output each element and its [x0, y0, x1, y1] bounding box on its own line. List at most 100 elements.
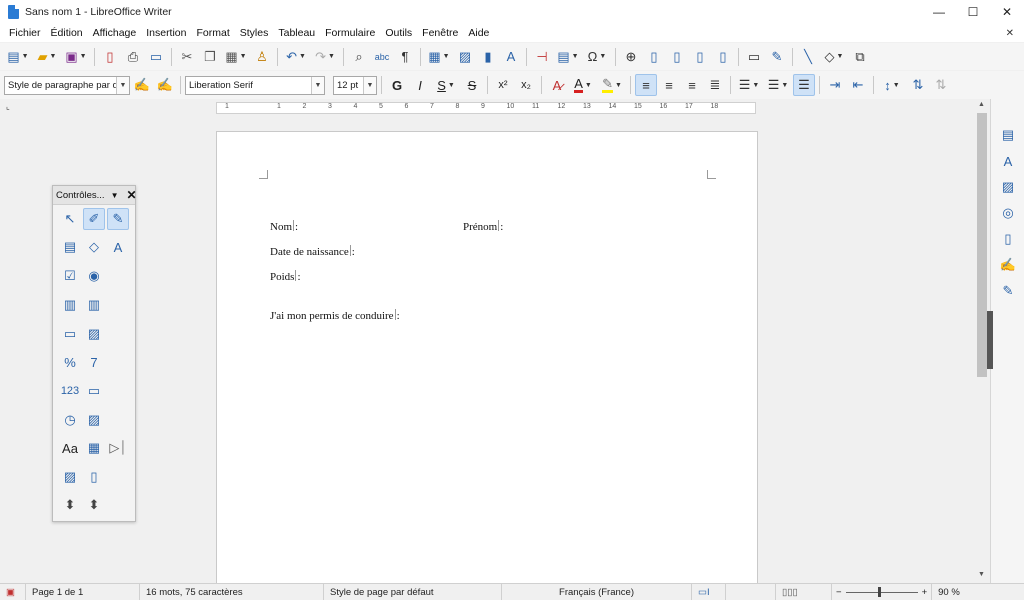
- navigation-bar-icon[interactable]: ▷⏐: [107, 437, 129, 459]
- line-spacing-button[interactable]: ↕ ▼: [878, 74, 906, 96]
- bold-button[interactable]: G: [386, 74, 408, 96]
- page-break-button[interactable]: ⊣: [531, 46, 553, 68]
- date-field-icon[interactable]: 7: [83, 351, 105, 373]
- zoom-handle[interactable]: [877, 586, 881, 597]
- design-mode-icon[interactable]: ✐: [83, 208, 105, 230]
- menu-aide[interactable]: Aide: [463, 27, 494, 39]
- clone-formatting-button[interactable]: ♙: [251, 46, 273, 68]
- no-list-button[interactable]: ☰: [793, 74, 815, 96]
- clear-formatting-button[interactable]: A̷: [546, 74, 568, 96]
- checkbox-icon[interactable]: ☑: [59, 265, 81, 287]
- numbered-list-button[interactable]: ☰ ▼: [764, 74, 792, 96]
- table-control-icon[interactable]: ▦: [83, 437, 105, 459]
- print-button[interactable]: ⎙: [122, 46, 144, 68]
- menu-edition[interactable]: Édition: [46, 27, 88, 39]
- image-button-icon[interactable]: ▨: [83, 323, 105, 345]
- gallery-icon[interactable]: ▨: [1000, 179, 1016, 195]
- view-layout-icon[interactable]: ▯▯▯: [776, 583, 832, 600]
- bullet-list-button[interactable]: ☰ ▼: [735, 74, 763, 96]
- font-size-select[interactable]: 12 pt ▼: [333, 75, 377, 95]
- spin-button-icon[interactable]: ⬍: [59, 494, 81, 516]
- time-field-icon[interactable]: ◷: [59, 409, 81, 431]
- select-form-icon[interactable]: ▯: [83, 466, 105, 488]
- new-style-button[interactable]: ✍: [154, 74, 176, 96]
- copy-button[interactable]: ❐: [199, 46, 221, 68]
- insert-mode-icon[interactable]: ▭I: [692, 583, 726, 600]
- highlight-button[interactable]: ✎ ▼: [598, 74, 626, 96]
- style-inspector-icon[interactable]: ✍: [1000, 257, 1016, 273]
- basic-shapes-button[interactable]: ◇ ▼: [820, 46, 848, 68]
- cross-reference-button[interactable]: ▯: [712, 46, 734, 68]
- maximize-button[interactable]: ☐: [956, 0, 990, 24]
- formatted-field-icon[interactable]: %: [59, 351, 81, 373]
- scroll-down-icon[interactable]: ▼: [978, 571, 985, 578]
- underline-button[interactable]: S ▼: [432, 74, 460, 96]
- close-button[interactable]: ✕: [990, 0, 1024, 24]
- comment-button[interactable]: ▭: [743, 46, 765, 68]
- form-field-marker[interactable]: [394, 309, 396, 320]
- export-pdf-button[interactable]: ▯: [99, 46, 121, 68]
- close-panel-icon[interactable]: ✕: [127, 188, 137, 202]
- strikethrough-button[interactable]: S: [461, 74, 483, 96]
- increase-indent-button[interactable]: ⇥: [824, 74, 846, 96]
- hyperlink-button[interactable]: ⊕: [620, 46, 642, 68]
- align-right-button[interactable]: ≡: [681, 74, 703, 96]
- zoom-track[interactable]: [845, 586, 918, 597]
- form-field-marker[interactable]: [293, 220, 294, 231]
- draw-functions-button[interactable]: ⧉: [849, 46, 871, 68]
- menu-fichier[interactable]: Fichier: [4, 27, 46, 39]
- align-left-button[interactable]: ≡: [635, 74, 657, 96]
- save-button[interactable]: ▣ ▼: [62, 46, 90, 68]
- sidebar-collapse-handle[interactable]: [987, 311, 993, 369]
- pattern-field-icon[interactable]: ▭: [83, 380, 105, 402]
- page-icon[interactable]: ▯: [1000, 231, 1016, 247]
- horizontal-ruler[interactable]: 1 1 2 3 4 5 6 7 8 9 10 11 12 13 14 15 16 17 18: [216, 102, 756, 114]
- list-box-icon[interactable]: ▥: [59, 294, 81, 316]
- special-character-button[interactable]: Ω ▼: [583, 46, 611, 68]
- paragraph-style-select[interactable]: Style de paragraphe par défaut ▼: [4, 75, 130, 95]
- align-center-button[interactable]: ≡: [658, 74, 680, 96]
- decrease-indent-button[interactable]: ⇤: [847, 74, 869, 96]
- formatting-marks-button[interactable]: ¶: [394, 46, 416, 68]
- select-icon[interactable]: ↖: [59, 208, 81, 230]
- document-modified-icon[interactable]: ▣: [0, 583, 26, 600]
- menu-format[interactable]: Format: [192, 27, 235, 39]
- scroll-up-icon[interactable]: ▲: [978, 101, 985, 108]
- zoom-in-icon[interactable]: +: [922, 587, 928, 598]
- scrollbar-control-icon[interactable]: ⬍: [83, 494, 105, 516]
- manage-changes-icon[interactable]: ✎: [1000, 283, 1016, 299]
- word-count[interactable]: 16 mots, 75 caractères: [140, 583, 324, 600]
- minimize-button[interactable]: —: [922, 0, 956, 24]
- menu-affichage[interactable]: Affichage: [88, 27, 142, 39]
- image-control-icon[interactable]: ▨: [59, 466, 81, 488]
- push-button-icon[interactable]: ▭: [59, 323, 81, 345]
- new-document-button[interactable]: ▤ ▼: [4, 46, 32, 68]
- page-style[interactable]: Style de page par défaut: [324, 583, 502, 600]
- font-color-button[interactable]: A ▼: [569, 74, 597, 96]
- combo-box-icon[interactable]: ▥: [83, 294, 105, 316]
- language[interactable]: Français (France): [502, 583, 692, 600]
- toolbar-menu-icon[interactable]: ▼: [111, 191, 119, 200]
- insert-table-button[interactable]: ▦ ▼: [425, 46, 453, 68]
- group-box-icon[interactable]: Aa: [59, 437, 81, 459]
- bookmark-button[interactable]: ▯: [689, 46, 711, 68]
- justify-button[interactable]: ≣: [704, 74, 726, 96]
- insert-image-button[interactable]: ▨: [454, 46, 476, 68]
- zoom-level[interactable]: 90 %: [931, 583, 966, 600]
- form-design-icon[interactable]: ▤: [59, 236, 81, 258]
- insert-line-button[interactable]: ╲: [797, 46, 819, 68]
- menu-insertion[interactable]: Insertion: [141, 27, 191, 39]
- menu-tableau[interactable]: Tableau: [273, 27, 320, 39]
- control-wizard-icon[interactable]: ✎: [107, 208, 129, 230]
- insert-textbox-button[interactable]: A: [500, 46, 522, 68]
- controls-title-bar[interactable]: Contrôles... ▼ ✕: [53, 186, 137, 205]
- menu-outils[interactable]: Outils: [380, 27, 417, 39]
- form-field-marker[interactable]: [349, 245, 351, 256]
- undo-button[interactable]: ↶ ▼: [282, 46, 310, 68]
- insert-field-button[interactable]: ▤ ▼: [554, 46, 582, 68]
- redo-button[interactable]: ↷ ▼: [311, 46, 339, 68]
- tab-stop-icon[interactable]: ⌞: [6, 102, 10, 111]
- option-button-icon[interactable]: ◉: [83, 265, 105, 287]
- footnote-button[interactable]: ▯: [643, 46, 665, 68]
- cut-button[interactable]: ✂: [176, 46, 198, 68]
